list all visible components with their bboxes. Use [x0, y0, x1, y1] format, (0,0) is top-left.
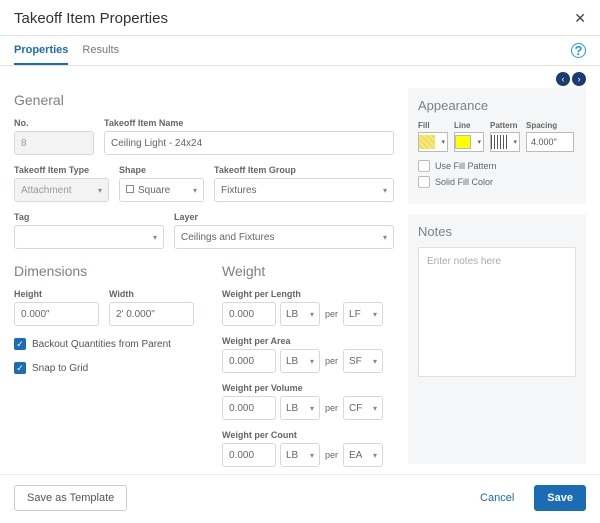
close-icon[interactable]: ✕	[574, 10, 586, 27]
chevron-down-icon: ▾	[383, 233, 387, 242]
height-label: Height	[14, 289, 99, 299]
nav-arrows: ‹ ›	[0, 66, 600, 88]
save-button[interactable]: Save	[534, 485, 586, 511]
shape-select[interactable]: Square▾	[119, 178, 204, 202]
chevron-down-icon: ▾	[513, 138, 517, 146]
name-label: Takeoff Item Name	[104, 118, 394, 128]
dialog-title: Takeoff Item Properties	[14, 10, 168, 27]
chevron-down-icon: ▾	[373, 404, 377, 413]
wpl-by[interactable]: LF▾	[343, 302, 383, 326]
chevron-down-icon: ▾	[310, 357, 314, 366]
wpa-value[interactable]	[222, 349, 276, 373]
square-icon	[126, 185, 134, 193]
wpc-label: Weight per Count	[222, 430, 383, 440]
chevron-down-icon: ▾	[373, 451, 377, 460]
chevron-down-icon: ▾	[383, 186, 387, 195]
chevron-down-icon: ▾	[310, 310, 314, 319]
left-column: General No. 8 Takeoff Item Name Takeoff …	[14, 88, 394, 464]
appearance-heading: Appearance	[418, 98, 576, 113]
chevron-down-icon: ▾	[193, 186, 197, 195]
chevron-down-icon: ▾	[373, 357, 377, 366]
tag-label: Tag	[14, 212, 164, 222]
chevron-down-icon: ▾	[441, 138, 445, 146]
chevron-down-icon: ▾	[310, 404, 314, 413]
type-label: Takeoff Item Type	[14, 165, 109, 175]
help-icon[interactable]: ?	[571, 43, 586, 58]
tab-results[interactable]: Results	[82, 36, 119, 65]
general-heading: General	[14, 92, 394, 108]
name-field[interactable]	[104, 131, 394, 155]
wpv-unit[interactable]: LB▾	[280, 396, 320, 420]
dimensions-heading: Dimensions	[14, 263, 194, 279]
notes-heading: Notes	[418, 224, 576, 239]
dialog: Takeoff Item Properties ✕ Properties Res…	[0, 0, 600, 523]
wpa-label: Weight per Area	[222, 336, 383, 346]
tabs-row: Properties Results ?	[0, 36, 600, 66]
tab-properties[interactable]: Properties	[14, 36, 68, 65]
chevron-down-icon: ▾	[373, 310, 377, 319]
wpl-unit[interactable]: LB▾	[280, 302, 320, 326]
layer-label: Layer	[174, 212, 394, 222]
chevron-down-icon: ▾	[477, 138, 481, 146]
wpv-label: Weight per Volume	[222, 383, 383, 393]
cancel-button[interactable]: Cancel	[468, 485, 526, 511]
backout-checkbox[interactable]: ✓ Backout Quantities from Parent	[14, 338, 194, 350]
layer-select[interactable]: Ceilings and Fixtures▾	[174, 225, 394, 249]
width-field[interactable]	[109, 302, 194, 326]
right-column: Appearance Fill ▾ Line ▾ Pattern ▾	[408, 88, 586, 464]
save-template-button[interactable]: Save as Template	[14, 485, 127, 511]
use-fill-pattern-checkbox[interactable]: Use Fill Pattern	[418, 160, 576, 172]
chevron-down-icon: ▾	[310, 451, 314, 460]
chevron-down-icon: ▾	[153, 233, 157, 242]
snap-checkbox[interactable]: ✓ Snap to Grid	[14, 362, 194, 374]
titlebar: Takeoff Item Properties ✕	[0, 0, 600, 35]
line-swatch[interactable]: ▾	[454, 132, 484, 152]
checkbox-icon	[418, 160, 430, 172]
solid-fill-color-checkbox[interactable]: Solid Fill Color	[418, 176, 576, 188]
wpv-value[interactable]	[222, 396, 276, 420]
shape-label: Shape	[119, 165, 204, 175]
pattern-swatch[interactable]: ▾	[490, 132, 520, 152]
type-select: Attachment▾	[14, 178, 109, 202]
notes-panel: Notes Enter notes here	[408, 214, 586, 464]
group-label: Takeoff Item Group	[214, 165, 394, 175]
check-icon: ✓	[14, 338, 26, 350]
width-label: Width	[109, 289, 194, 299]
tag-select[interactable]: ▾	[14, 225, 164, 249]
next-button[interactable]: ›	[572, 72, 586, 86]
wpc-value[interactable]	[222, 443, 276, 467]
group-select[interactable]: Fixtures▾	[214, 178, 394, 202]
wpv-by[interactable]: CF▾	[343, 396, 383, 420]
fill-swatch[interactable]: ▾	[418, 132, 448, 152]
weight-heading: Weight	[222, 263, 383, 279]
wpl-value[interactable]	[222, 302, 276, 326]
checkbox-icon	[418, 176, 430, 188]
spacing-field[interactable]: 4.000"	[526, 132, 574, 152]
no-field: 8	[14, 131, 94, 155]
no-label: No.	[14, 118, 94, 128]
wpl-label: Weight per Length	[222, 289, 383, 299]
chevron-down-icon: ▾	[98, 186, 102, 195]
prev-button[interactable]: ‹	[556, 72, 570, 86]
wpa-unit[interactable]: LB▾	[280, 349, 320, 373]
tabs: Properties Results	[14, 36, 119, 65]
wpc-by[interactable]: EA▾	[343, 443, 383, 467]
wpc-unit[interactable]: LB▾	[280, 443, 320, 467]
notes-textarea[interactable]: Enter notes here	[418, 247, 576, 377]
footer: Save as Template Cancel Save	[0, 474, 600, 523]
wpa-by[interactable]: SF▾	[343, 349, 383, 373]
height-field[interactable]	[14, 302, 99, 326]
body: General No. 8 Takeoff Item Name Takeoff …	[0, 88, 600, 474]
appearance-panel: Appearance Fill ▾ Line ▾ Pattern ▾	[408, 88, 586, 204]
check-icon: ✓	[14, 362, 26, 374]
